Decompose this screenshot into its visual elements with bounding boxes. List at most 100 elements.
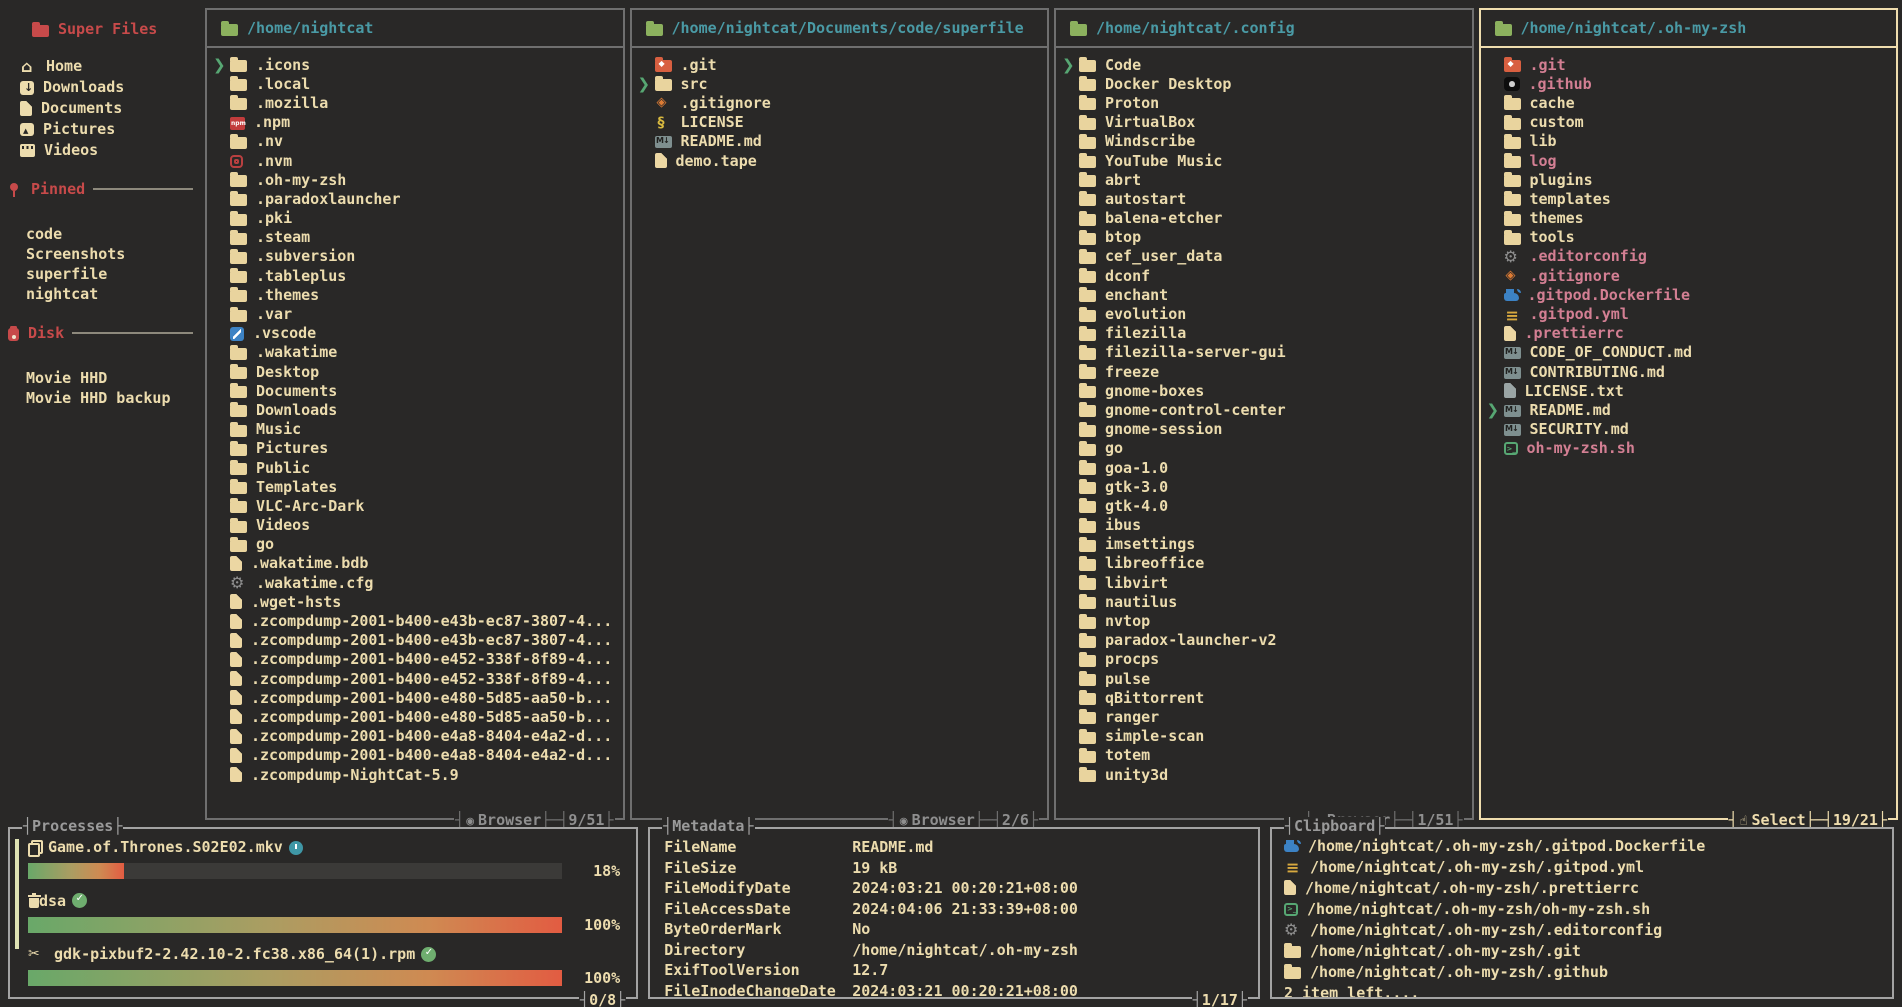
file-row[interactable]: libreoffice	[1062, 554, 1466, 573]
file-row[interactable]: simple-scan	[1062, 727, 1466, 746]
file-row[interactable]: Docker Desktop	[1062, 74, 1466, 93]
file-row[interactable]: CODE_OF_CONDUCT.md	[1487, 343, 1891, 362]
file-row[interactable]: .npm	[213, 113, 617, 132]
file-row[interactable]: libvirt	[1062, 573, 1466, 592]
file-row[interactable]: Music	[213, 420, 617, 439]
file-row[interactable]: totem	[1062, 746, 1466, 765]
file-row[interactable]: ❯src	[638, 74, 1042, 93]
file-row[interactable]: Proton	[1062, 93, 1466, 112]
file-row[interactable]: filezilla	[1062, 324, 1466, 343]
file-row[interactable]: .themes	[213, 285, 617, 304]
file-row[interactable]: .mozilla	[213, 93, 617, 112]
file-row[interactable]: ❯.icons	[213, 55, 617, 74]
file-row[interactable]: enchant	[1062, 285, 1466, 304]
file-row[interactable]: .gitpod.Dockerfile	[1487, 285, 1891, 304]
file-row[interactable]: cef_user_data	[1062, 247, 1466, 266]
file-row[interactable]: templates	[1487, 189, 1891, 208]
file-row[interactable]: .gitignore	[1487, 266, 1891, 285]
file-row[interactable]: VLC-Arc-Dark	[213, 496, 617, 515]
file-row[interactable]: .git	[638, 55, 1042, 74]
file-row[interactable]: tools	[1487, 228, 1891, 247]
file-row[interactable]: ranger	[1062, 707, 1466, 726]
file-row[interactable]: .zcompdump-2001-b400-e4a8-8404-e4a2-d...	[213, 746, 617, 765]
file-row[interactable]: go	[213, 535, 617, 554]
disk-item[interactable]: Movie HHD backup	[26, 388, 195, 408]
file-row[interactable]: .zcompdump-2001-b400-e480-5d85-aa50-b...	[213, 707, 617, 726]
file-row[interactable]: gnome-session	[1062, 420, 1466, 439]
file-row[interactable]: .zcompdump-2001-b400-e452-338f-8f89-4...	[213, 669, 617, 688]
file-row[interactable]: imsettings	[1062, 535, 1466, 554]
file-row[interactable]: CONTRIBUTING.md	[1487, 362, 1891, 381]
file-row[interactable]: .gitignore	[638, 93, 1042, 112]
file-row[interactable]: demo.tape	[638, 151, 1042, 170]
file-row[interactable]: balena-etcher	[1062, 209, 1466, 228]
pinned-item-code[interactable]: code	[26, 224, 195, 244]
file-row[interactable]: .local	[213, 74, 617, 93]
file-row[interactable]: unity3d	[1062, 765, 1466, 784]
file-row[interactable]: goa-1.0	[1062, 458, 1466, 477]
pinned-item-screenshots[interactable]: Screenshots	[26, 244, 195, 264]
file-row[interactable]: procps	[1062, 650, 1466, 669]
file-row[interactable]: .wget-hsts	[213, 592, 617, 611]
file-row[interactable]: .gitpod.yml	[1487, 304, 1891, 323]
file-row[interactable]: .nv	[213, 132, 617, 151]
file-row[interactable]: .github	[1487, 74, 1891, 93]
file-row[interactable]: .zcompdump-2001-b400-e480-5d85-aa50-b...	[213, 688, 617, 707]
file-row[interactable]: pulse	[1062, 669, 1466, 688]
file-row[interactable]: qBittorrent	[1062, 688, 1466, 707]
file-row[interactable]: .prettierrc	[1487, 324, 1891, 343]
file-row[interactable]: dconf	[1062, 266, 1466, 285]
file-row[interactable]: LICENSE.txt	[1487, 381, 1891, 400]
file-row[interactable]: btop	[1062, 228, 1466, 247]
file-row[interactable]: Windscribe	[1062, 132, 1466, 151]
file-row[interactable]: .var	[213, 304, 617, 323]
file-row[interactable]: .zcompdump-NightCat-5.9	[213, 765, 617, 784]
file-row[interactable]: paradox-launcher-v2	[1062, 631, 1466, 650]
file-row[interactable]: Desktop	[213, 362, 617, 381]
file-row[interactable]: evolution	[1062, 304, 1466, 323]
file-row[interactable]: .subversion	[213, 247, 617, 266]
file-row[interactable]: Public	[213, 458, 617, 477]
file-row[interactable]: .steam	[213, 228, 617, 247]
sidebar-item-pictures[interactable]: Pictures	[20, 119, 195, 139]
disk-item[interactable]: Movie HHD	[26, 368, 195, 388]
file-row[interactable]: .wakatime	[213, 343, 617, 362]
file-row[interactable]: log	[1487, 151, 1891, 170]
file-row[interactable]: .zcompdump-2001-b400-e4a8-8404-e4a2-d...	[213, 727, 617, 746]
sidebar-item-home[interactable]: Home	[20, 56, 195, 76]
file-row[interactable]: gtk-3.0	[1062, 477, 1466, 496]
file-row[interactable]: ❯Code	[1062, 55, 1466, 74]
file-row[interactable]: cache	[1487, 93, 1891, 112]
sidebar-item-downloads[interactable]: Downloads	[20, 77, 195, 97]
file-row[interactable]: SECURITY.md	[1487, 420, 1891, 439]
pinned-item-nightcat[interactable]: nightcat	[26, 284, 195, 304]
file-row[interactable]: .tableplus	[213, 266, 617, 285]
file-row[interactable]: Pictures	[213, 439, 617, 458]
sidebar-item-documents[interactable]: Documents	[20, 98, 195, 118]
file-row[interactable]: Documents	[213, 381, 617, 400]
file-row[interactable]: gnome-control-center	[1062, 400, 1466, 419]
file-row[interactable]: ibus	[1062, 516, 1466, 535]
file-row[interactable]: plugins	[1487, 170, 1891, 189]
file-row[interactable]: .oh-my-zsh	[213, 170, 617, 189]
file-row[interactable]: .zcompdump-2001-b400-e452-338f-8f89-4...	[213, 650, 617, 669]
file-row[interactable]: .zcompdump-2001-b400-e43b-ec87-3807-4...	[213, 611, 617, 630]
file-row[interactable]: .nvm	[213, 151, 617, 170]
file-row[interactable]: YouTube Music	[1062, 151, 1466, 170]
file-row[interactable]: .pki	[213, 209, 617, 228]
file-row[interactable]: filezilla-server-gui	[1062, 343, 1466, 362]
file-row[interactable]: lib	[1487, 132, 1891, 151]
file-row[interactable]: Templates	[213, 477, 617, 496]
file-row[interactable]: .wakatime.bdb	[213, 554, 617, 573]
file-row[interactable]: autostart	[1062, 189, 1466, 208]
file-row[interactable]: gtk-4.0	[1062, 496, 1466, 515]
file-row[interactable]: Videos	[213, 516, 617, 535]
file-row[interactable]: go	[1062, 439, 1466, 458]
file-row[interactable]: LICENSE	[638, 113, 1042, 132]
file-row[interactable]: custom	[1487, 113, 1891, 132]
file-row[interactable]: freeze	[1062, 362, 1466, 381]
file-row[interactable]: .vscode	[213, 324, 617, 343]
file-row[interactable]: .editorconfig	[1487, 247, 1891, 266]
file-row[interactable]: oh-my-zsh.sh	[1487, 439, 1891, 458]
file-row[interactable]: nautilus	[1062, 592, 1466, 611]
